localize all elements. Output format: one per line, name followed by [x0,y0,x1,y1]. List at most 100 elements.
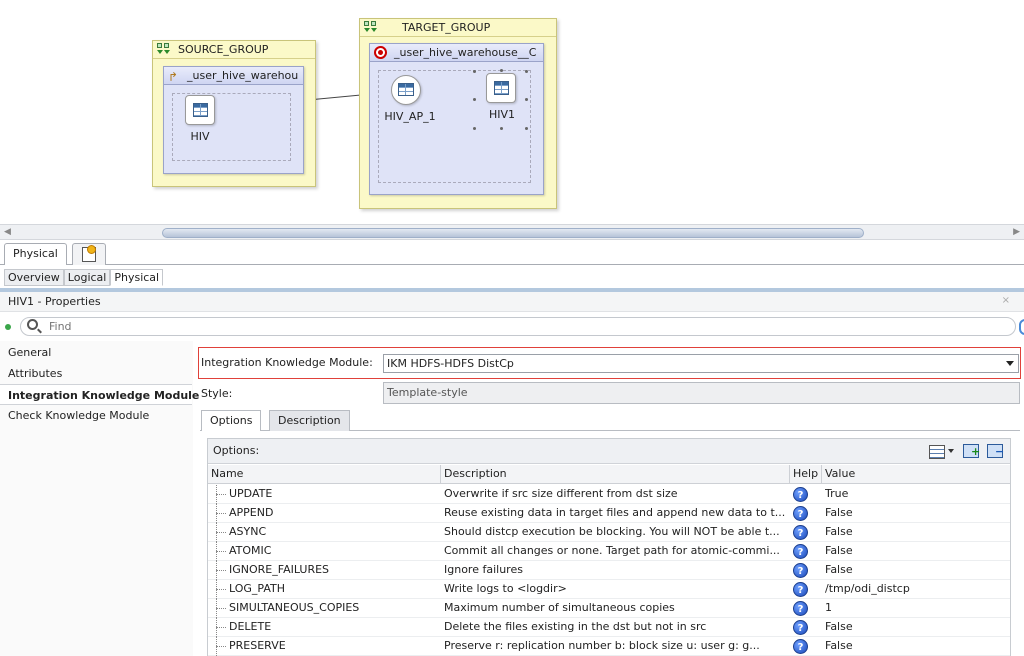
tree-branch [216,494,226,495]
help-icon[interactable]: ? [793,639,808,654]
target-datastore-header: _user_hive_warehouse__C [370,44,543,62]
option-value[interactable]: 1 [825,599,1010,618]
help-icon[interactable]: ? [793,582,808,597]
table-row[interactable]: IGNORE_FAILURES Ignore failures? False [208,561,1010,580]
option-description: Should distcp execution be blocking. You… [444,525,780,538]
new-design-icon [82,245,96,262]
option-value[interactable]: False [825,542,1010,561]
find-input-box[interactable] [20,317,1016,336]
ikm-dropdown[interactable]: IKM HDFS-HDFS DistCp [383,354,1019,373]
source-group[interactable]: SOURCE_GROUP ↱ _user_hive_warehou [152,40,316,187]
selection-handle[interactable] [500,127,503,130]
table-row[interactable]: UPDATE Overwrite if src size different fr… [208,485,1010,504]
find-options-icon[interactable] [1019,319,1024,335]
table-row[interactable]: ASYNC Should distcp execution be blocking… [208,523,1010,542]
help-icon[interactable]: ? [793,525,808,540]
collapse-all-icon[interactable]: − [987,444,1004,458]
tab-logical[interactable]: Logical [63,269,111,286]
tab-options[interactable]: Options [201,410,262,431]
expand-all-icon[interactable]: + [963,444,980,458]
columns-icon[interactable] [929,445,945,459]
target-datastore-title: _user_hive_warehouse__C [394,46,537,59]
selection-handle[interactable] [525,127,528,130]
options-caption: Options: [213,444,260,457]
option-name: ATOMIC [229,544,272,557]
nav-general[interactable]: General [0,342,192,363]
style-field: Template-style [383,382,1020,404]
source-group-header: SOURCE_GROUP [153,41,315,59]
selection-handle[interactable] [473,98,476,101]
option-description: Commit all changes or none. Target path … [444,544,780,557]
tree-branch [216,646,226,647]
option-value[interactable]: False [825,618,1010,637]
properties-title: HIV1 - Properties [8,295,101,308]
option-value[interactable]: False [825,637,1010,656]
tree-branch [216,608,226,609]
new-physical-design-tab[interactable] [72,243,106,265]
ikm-label: Integration Knowledge Module: [201,356,373,369]
diagram-horizontal-scrollbar[interactable]: ◀ ▶ [0,224,1024,240]
column-header-name[interactable]: Name [208,465,441,484]
scroll-left-icon[interactable]: ◀ [4,227,11,237]
close-icon[interactable]: × [1002,295,1010,306]
chevron-down-icon[interactable] [948,449,954,453]
selection-handle[interactable] [525,98,528,101]
source-datastore-title: _user_hive_warehou [187,69,299,82]
help-icon[interactable]: ? [793,563,808,578]
help-icon[interactable]: ? [793,601,808,616]
help-icon[interactable]: ? [793,487,808,502]
option-name: PRESERVE [229,639,286,652]
table-row[interactable]: PRESERVE Preserve r: replication number b… [208,637,1010,656]
column-header-help[interactable]: Help [790,465,822,484]
hiv1-target-node[interactable] [486,73,516,103]
nav-check-knowledge-module[interactable]: Check Knowledge Module [0,405,192,426]
hiv-ap-node-label: HIV_AP_1 [384,110,436,123]
hiv-ap-node[interactable] [391,75,421,105]
option-value[interactable]: /tmp/odi_distcp [825,580,1010,599]
target-group-title: TARGET_GROUP [402,21,491,34]
selection-handle[interactable] [525,70,528,73]
properties-panel-header: HIV1 - Properties × [0,292,1024,312]
option-description: Preserve r: replication number b: block … [444,639,760,652]
selection-handle[interactable] [473,127,476,130]
option-value[interactable]: False [825,561,1010,580]
tree-branch [216,627,226,628]
table-row[interactable]: APPEND Reuse existing data in target file… [208,504,1010,523]
option-value[interactable]: False [825,523,1010,542]
tab-overview[interactable]: Overview [4,269,64,286]
option-value[interactable]: True [825,485,1010,504]
table-row[interactable]: ATOMIC Commit all changes or none. Target… [208,542,1010,561]
option-description: Reuse existing data in target files and … [444,506,786,519]
hiv-source-node[interactable] [185,95,215,125]
help-icon[interactable]: ? [793,620,808,635]
selection-handle[interactable] [500,69,503,72]
option-name: LOG_PATH [229,582,286,595]
help-icon[interactable]: ? [793,506,808,521]
table-row[interactable]: SIMULTANEOUS_COPIES Maximum number of sim… [208,599,1010,618]
column-header-value[interactable]: Value [822,465,1012,484]
option-description: Ignore failures [444,563,523,576]
option-name: IGNORE_FAILURES [229,563,330,576]
table-row[interactable]: DELETE Delete the files existing in the d… [208,618,1010,637]
option-description: Delete the files existing in the dst but… [444,620,707,633]
chevron-down-icon[interactable] [1006,361,1014,366]
nav-integration-knowledge-module[interactable]: Integration Knowledge Module [0,384,199,405]
search-icon [27,319,42,334]
scroll-right-icon[interactable]: ▶ [1013,227,1020,237]
selection-handle[interactable] [473,70,476,73]
tab-physical-diagram[interactable]: Physical [4,243,67,265]
option-description: Maximum number of simultaneous copies [444,601,675,614]
mapping-diagram-canvas[interactable]: SOURCE_GROUP ↱ _user_hive_warehou HIV TA… [0,0,1024,224]
execution-unit-icon [157,43,171,56]
scrollbar-thumb[interactable] [162,228,864,238]
column-header-description[interactable]: Description [441,465,790,484]
option-value[interactable]: False [825,504,1010,523]
nav-attributes[interactable]: Attributes [0,363,192,384]
source-group-title: SOURCE_GROUP [178,43,269,56]
tab-description[interactable]: Description [269,410,350,431]
find-input[interactable] [47,319,947,334]
table-row[interactable]: LOG_PATH Write logs to <logdir>? /tmp/odi… [208,580,1010,599]
tab-physical[interactable]: Physical [110,269,164,286]
option-description: Overwrite if src size different from dst… [444,487,678,500]
help-icon[interactable]: ? [793,544,808,559]
